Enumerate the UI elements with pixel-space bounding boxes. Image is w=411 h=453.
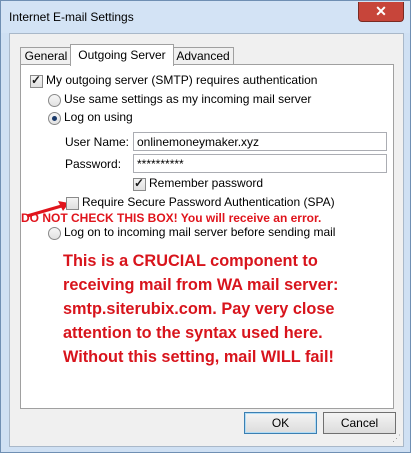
spa-label: Require Secure Password Authentication (… xyxy=(82,195,335,209)
same-settings-label: Use same settings as my incoming mail se… xyxy=(64,92,312,106)
close-button[interactable]: ✕ xyxy=(358,2,404,22)
tab-general[interactable]: General xyxy=(20,47,72,65)
tab-outgoing-server[interactable]: Outgoing Server xyxy=(70,44,174,66)
log-on-using-label: Log on using xyxy=(64,110,133,124)
resize-grip-icon[interactable]: ⋰ xyxy=(392,433,401,444)
log-on-incoming-label: Log on to incoming mail server before se… xyxy=(64,225,336,239)
password-field[interactable] xyxy=(133,154,387,173)
ok-button[interactable]: OK xyxy=(244,412,317,434)
check-icon: ✓ xyxy=(134,176,145,190)
warning-text: DO NOT CHECK THIS BOX! You will receive … xyxy=(21,211,322,225)
user-name-label: User Name: xyxy=(65,135,130,149)
user-name-field[interactable] xyxy=(133,132,387,151)
dialog-client: General Outgoing Server Advanced ✓ My ou… xyxy=(9,33,404,447)
title-bar[interactable]: Internet E-mail Settings ✕ xyxy=(1,1,410,33)
dialog-window: Internet E-mail Settings ✕ General Outgo… xyxy=(0,0,411,453)
note-line: attention to the syntax used here. xyxy=(63,324,323,342)
annotation-note: This is a CRUCIAL component to receiving… xyxy=(63,249,383,369)
check-icon: ✓ xyxy=(31,73,42,87)
log-on-incoming-radio[interactable] xyxy=(48,227,61,240)
log-on-using-radio[interactable] xyxy=(48,112,61,125)
smtp-auth-checkbox[interactable]: ✓ xyxy=(30,73,43,88)
smtp-auth-label: My outgoing server (SMTP) requires authe… xyxy=(46,73,318,87)
note-line: smtp.siterubix.com. Pay very close xyxy=(63,300,335,318)
note-line: This is a CRUCIAL component to xyxy=(63,252,318,270)
tab-advanced[interactable]: Advanced xyxy=(172,47,234,65)
window-title: Internet E-mail Settings xyxy=(9,10,134,24)
close-icon: ✕ xyxy=(375,3,387,19)
remember-password-checkbox[interactable]: ✓ xyxy=(133,176,146,191)
cancel-button[interactable]: Cancel xyxy=(323,412,396,434)
spa-checkbox[interactable] xyxy=(66,197,79,210)
same-settings-radio[interactable] xyxy=(48,94,61,107)
remember-password-label: Remember password xyxy=(149,176,264,190)
note-line: Without this setting, mail WILL fail! xyxy=(63,348,334,366)
password-label: Password: xyxy=(65,157,122,171)
note-line: receiving mail from WA mail server: xyxy=(63,276,339,294)
radio-dot-icon xyxy=(52,116,57,121)
